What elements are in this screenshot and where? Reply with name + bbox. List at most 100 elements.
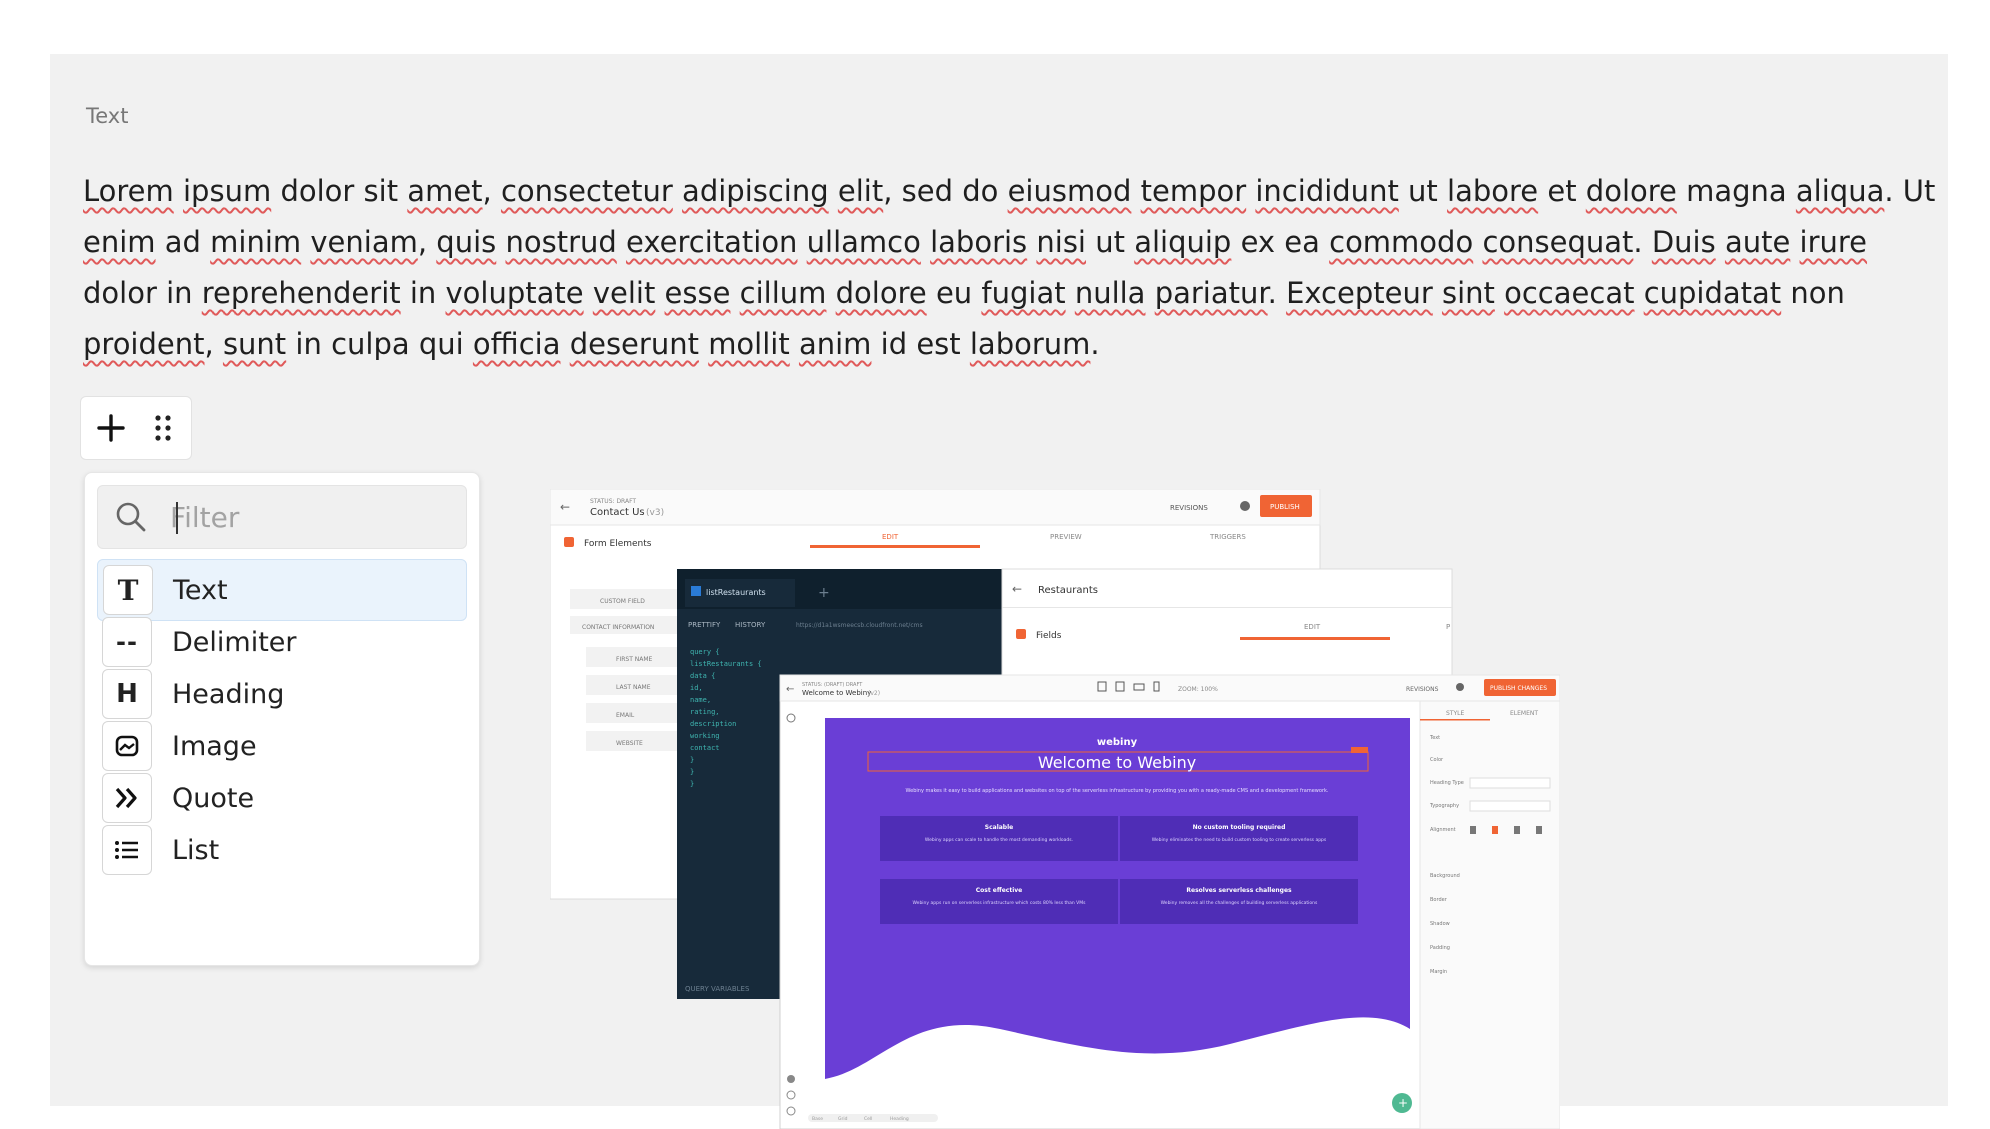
svg-text:EDIT: EDIT xyxy=(882,533,899,541)
form-revisions: REVISIONS xyxy=(1170,504,1208,512)
filter-field[interactable] xyxy=(97,485,467,549)
svg-text:Cell: Cell xyxy=(864,1116,872,1122)
svg-text:Typography: Typography xyxy=(1429,803,1459,809)
page-builder-window: ← STATUS: (DRAFT) DRAFT Welcome to Webin… xyxy=(779,674,1560,1129)
svg-text:STATUS: (DRAFT) DRAFT: STATUS: (DRAFT) DRAFT xyxy=(802,682,863,688)
svg-text:ELEMENT: ELEMENT xyxy=(1510,710,1538,717)
svg-text:(v2): (v2) xyxy=(868,690,880,697)
webiny-logo: webiny xyxy=(1097,737,1138,748)
svg-text:Background: Background xyxy=(1430,873,1460,879)
svg-text:}: } xyxy=(690,780,694,788)
svg-text:Webiny removes all the challen: Webiny removes all the challenges of bui… xyxy=(1161,900,1318,906)
svg-text:←: ← xyxy=(786,684,794,695)
graphql-tab: listRestaurants xyxy=(706,588,766,597)
svg-text:Alignment: Alignment xyxy=(1430,827,1456,833)
add-block-button[interactable] xyxy=(85,402,137,454)
svg-text:←: ← xyxy=(1012,582,1022,596)
svg-text:Webiny makes it easy to build: Webiny makes it easy to build applicatio… xyxy=(906,788,1329,794)
form-status: STATUS: DRAFT xyxy=(590,498,636,505)
svg-text:Border: Border xyxy=(1430,897,1448,903)
svg-text:id,: id, xyxy=(690,684,703,692)
block-toolbar xyxy=(80,396,192,460)
image-icon xyxy=(102,721,152,771)
heading-icon: H xyxy=(102,669,152,719)
search-icon xyxy=(116,502,146,532)
svg-text:Base: Base xyxy=(812,1116,823,1122)
svg-text:Heading: Heading xyxy=(890,1116,909,1122)
form-title: Contact Us xyxy=(590,507,645,518)
svg-text:REVISIONS: REVISIONS xyxy=(1406,686,1439,693)
product-screenshot: ← STATUS: DRAFT Contact Us (v3) REVISION… xyxy=(550,489,1560,1129)
svg-text:EDIT: EDIT xyxy=(1304,623,1321,631)
svg-text:FIRST NAME: FIRST NAME xyxy=(616,656,653,663)
plus-icon xyxy=(97,414,125,442)
query-variables-label: QUERY VARIABLES xyxy=(685,985,750,993)
svg-text:Heading Type: Heading Type xyxy=(1430,780,1464,786)
svg-text:PRETTIFY: PRETTIFY xyxy=(688,621,721,629)
svg-text:HISTORY: HISTORY xyxy=(735,621,766,629)
menu-item-label: Delimiter xyxy=(172,626,297,658)
drag-handle-button[interactable] xyxy=(137,402,189,454)
graphql-url: https://d1a1wsmeecsb.cloudfront.net/cms xyxy=(796,622,923,629)
svg-text:Scalable: Scalable xyxy=(985,824,1013,831)
editor-panel: Text Lorem ipsum dolor sit amet, consect… xyxy=(50,54,1948,1129)
svg-text:P: P xyxy=(1446,623,1450,631)
block-type-menu: T Text -- Delimiter H Heading Image Quot… xyxy=(84,472,480,966)
form-publish-button: PUBLISH xyxy=(1270,503,1300,511)
svg-text:data {: data { xyxy=(690,672,715,680)
menu-item-label: Quote xyxy=(172,782,255,814)
menu-item-label: List xyxy=(172,834,220,866)
restaurants-section: Fields xyxy=(1036,631,1062,641)
restaurants-title: Restaurants xyxy=(1038,585,1098,596)
svg-text:CONTACT INFORMATION: CONTACT INFORMATION xyxy=(582,624,654,631)
svg-text:Webiny apps can scale to handl: Webiny apps can scale to handle the most… xyxy=(925,837,1073,843)
svg-text:PREVIEW: PREVIEW xyxy=(1050,533,1082,541)
text-cursor xyxy=(176,502,178,534)
svg-text:+: + xyxy=(818,585,830,601)
list-icon xyxy=(102,825,152,875)
text-icon: T xyxy=(103,565,153,615)
svg-text:name,: name, xyxy=(690,696,711,704)
svg-text:Padding: Padding xyxy=(1430,945,1450,951)
svg-text:EMAIL: EMAIL xyxy=(616,712,635,719)
svg-text:Resolves serverless challenges: Resolves serverless challenges xyxy=(1186,887,1292,894)
svg-text:Color: Color xyxy=(1430,757,1444,763)
svg-text:}: } xyxy=(690,756,694,764)
svg-text:Cost effective: Cost effective xyxy=(976,887,1023,894)
svg-text:Margin: Margin xyxy=(1430,969,1447,975)
svg-text:WEBSITE: WEBSITE xyxy=(616,740,643,747)
svg-text:←: ← xyxy=(560,500,570,514)
svg-text:STYLE: STYLE xyxy=(1446,710,1464,717)
menu-item-label: Heading xyxy=(172,678,285,710)
svg-text:working: working xyxy=(690,732,720,740)
svg-text:rating,: rating, xyxy=(690,708,720,716)
svg-text:Welcome to Webiny: Welcome to Webiny xyxy=(802,689,871,697)
form-version: (v3) xyxy=(646,508,664,518)
quote-icon xyxy=(102,773,152,823)
svg-text:Webiny eliminates the need to: Webiny eliminates the need to build cust… xyxy=(1152,837,1327,843)
svg-text:Shadow: Shadow xyxy=(1430,921,1450,927)
delimiter-icon: -- xyxy=(102,617,152,667)
svg-text:+: + xyxy=(1398,1096,1408,1110)
svg-text:LAST NAME: LAST NAME xyxy=(616,684,651,691)
menu-item-label: Image xyxy=(172,730,257,762)
svg-text:listRestaurants {: listRestaurants { xyxy=(690,660,762,668)
svg-text:Grid: Grid xyxy=(838,1116,848,1122)
svg-text:contact: contact xyxy=(690,744,720,752)
paragraph-text[interactable]: Lorem ipsum dolor sit amet, consectetur … xyxy=(83,166,1943,370)
svg-text:No custom tooling required: No custom tooling required xyxy=(1193,824,1286,831)
svg-text:description: description xyxy=(690,720,736,728)
svg-text:PUBLISH CHANGES: PUBLISH CHANGES xyxy=(1490,685,1547,692)
canvas-heading: Welcome to Webiny xyxy=(1038,753,1196,772)
svg-text:CUSTOM FIELD: CUSTOM FIELD xyxy=(600,598,645,605)
restaurants-window: ← Restaurants Fields EDIT P xyxy=(1001,568,1453,690)
form-section: Form Elements xyxy=(584,539,652,549)
svg-text:}: } xyxy=(690,768,694,776)
drag-handle-icon xyxy=(155,415,171,441)
svg-text:ZOOM: 100%: ZOOM: 100% xyxy=(1178,686,1218,693)
svg-text:TRIGGERS: TRIGGERS xyxy=(1209,533,1246,541)
menu-item-list[interactable]: List xyxy=(97,819,467,881)
filter-input[interactable] xyxy=(168,499,452,535)
svg-text:Text: Text xyxy=(1429,735,1440,741)
svg-text:query {: query { xyxy=(690,648,720,656)
